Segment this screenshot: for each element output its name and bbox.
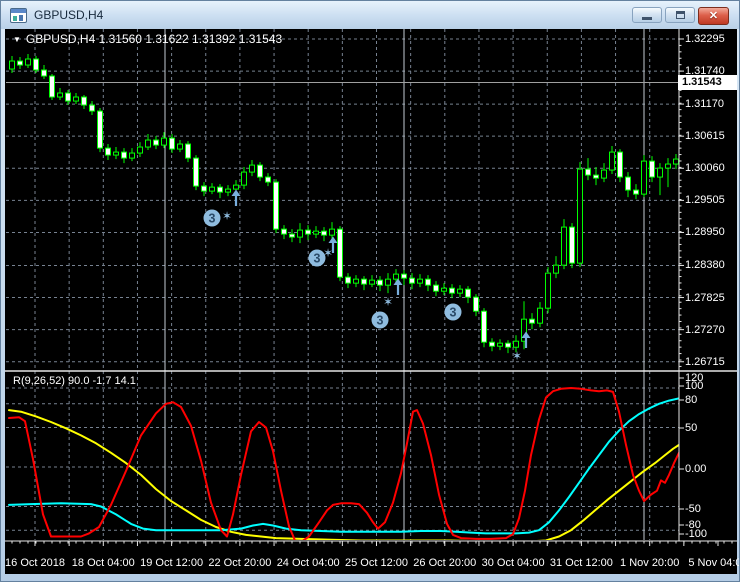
- price-axis-label: 1.27825: [685, 291, 725, 304]
- oscillator-axis-label: 0.00: [685, 463, 707, 475]
- time-axis-label: 25 Oct 12:00: [345, 557, 408, 569]
- time-axis-label: 1 Nov 20:00: [620, 557, 680, 569]
- cyan-oscillator-line: [8, 397, 679, 535]
- time-axis-label: 5 Nov 04:00: [688, 557, 739, 569]
- oscillator-axis-label: 50: [685, 422, 698, 434]
- svg-text:3: 3: [209, 212, 216, 226]
- price-axis-label: 1.32295: [685, 33, 725, 45]
- price-axis-label: 1.26715: [685, 355, 725, 368]
- price-chart[interactable]: 3333✶✶✶✶: [5, 29, 737, 574]
- title-bar[interactable]: GBPUSD,H4 ✕: [1, 1, 739, 29]
- symbol-dropdown-icon[interactable]: ▼: [13, 35, 21, 44]
- signal-star-icon: ✶: [512, 349, 522, 363]
- close-icon: ✕: [708, 9, 719, 22]
- price-axis-label: 1.28950: [685, 226, 725, 239]
- price-axis-label: 1.31170: [685, 98, 724, 111]
- signal-star-icon: ✶: [383, 295, 393, 309]
- svg-text:3: 3: [377, 314, 384, 328]
- chart-window-icon: [10, 7, 27, 23]
- svg-text:3: 3: [450, 306, 457, 320]
- oscillator-lines: [8, 387, 679, 540]
- signal-star-icon: ✶: [222, 209, 232, 223]
- restore-button[interactable]: [665, 7, 695, 23]
- chart-window: GBPUSD,H4 ✕ 3 3 3 3 ✶ ✶ ✶ ✶ ▼ GBPUSD,H4 1.31560 …: [0, 0, 740, 582]
- indicator-label: R(9,26,52) 90.0 -1.7 14.1: [13, 375, 136, 387]
- time-axis-label: 30 Oct 04:00: [481, 557, 545, 569]
- red-oscillator-line: [8, 387, 679, 540]
- restore-icon: [675, 11, 685, 19]
- price-axis-label: 1.27270: [685, 323, 725, 336]
- window-title: GBPUSD,H4: [34, 8, 104, 22]
- yellow-oscillator-line: [8, 409, 679, 540]
- price-axis-label: 1.30615: [685, 130, 725, 143]
- signal-star-icon: ✶: [323, 246, 333, 260]
- time-axis-label: 24 Oct 04:00: [276, 557, 340, 569]
- ohlc-text: GBPUSD,H4 1.31560 1.31622 1.31392 1.3154…: [25, 32, 283, 46]
- minimize-icon: [642, 16, 652, 20]
- price-axis-label: 1.30060: [685, 162, 725, 175]
- time-axis-label: 26 Oct 20:00: [413, 557, 477, 569]
- chart-area[interactable]: 3 3 3 3 ✶ ✶ ✶ ✶ ▼ GBPUSD,H4 1.31560 1.31622 1.31…: [5, 29, 739, 574]
- time-axis-label: 16 Oct 2018: [5, 557, 65, 569]
- grid-lines: [6, 29, 679, 540]
- symbol-ohlc-readout: ▼ GBPUSD,H4 1.31560 1.31622 1.31392 1.315…: [13, 32, 282, 46]
- oscillator-axis-label: -50: [685, 503, 701, 515]
- time-axis-label: 19 Oct 12:00: [140, 557, 204, 569]
- oscillator-axis-label: 100: [685, 380, 704, 392]
- current-price-box: 1.31543: [678, 75, 737, 90]
- oscillator-axis-label: 80: [685, 394, 698, 406]
- window-controls: ✕: [632, 7, 729, 25]
- oscillator-axis-label: -100: [685, 528, 708, 540]
- minimize-button[interactable]: [632, 7, 662, 23]
- time-axis-label: 31 Oct 12:00: [549, 557, 613, 569]
- price-axis-label: 1.28380: [685, 259, 725, 272]
- candlestick-layer: [9, 53, 679, 354]
- time-axis-label: 22 Oct 20:00: [208, 557, 272, 569]
- time-axis-label: 18 Oct 04:00: [71, 557, 135, 569]
- price-axis-label: 1.29505: [685, 194, 725, 207]
- svg-text:3: 3: [314, 252, 321, 266]
- close-button[interactable]: ✕: [698, 7, 729, 25]
- axis-frame: [5, 29, 737, 546]
